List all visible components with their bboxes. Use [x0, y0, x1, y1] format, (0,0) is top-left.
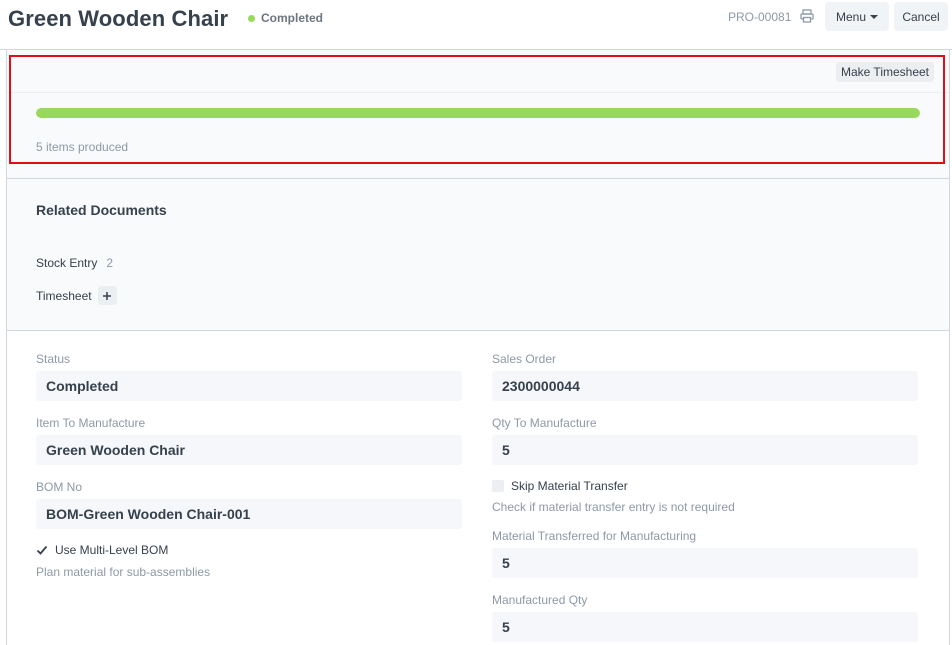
related-documents-heading: Related Documents — [36, 202, 167, 218]
status-label: Completed — [261, 11, 324, 25]
related-documents-section: Related Documents Stock Entry 2 Timeshee… — [7, 179, 949, 331]
cancel-button[interactable]: Cancel — [894, 2, 948, 31]
bom-no-label: BOM No — [36, 480, 83, 494]
page-title: Green Wooden Chair — [8, 6, 229, 31]
related-item-stock-entry[interactable]: Stock Entry 2 — [36, 256, 113, 270]
related-item-label[interactable]: Stock Entry — [36, 256, 97, 270]
qty-to-manufacture-field[interactable]: 5 — [492, 435, 918, 465]
status-field: Completed — [36, 371, 462, 401]
related-item-count: 2 — [106, 256, 114, 270]
progress-bar-fill — [36, 108, 920, 118]
divider — [7, 92, 949, 93]
status-label: Status — [36, 352, 71, 366]
item-to-manufacture-field[interactable]: Green Wooden Chair — [36, 435, 462, 465]
skip-material-transfer-label: Skip Material Transfer — [511, 479, 628, 493]
manufactured-qty-field: 5 — [492, 612, 918, 642]
progress-section: Make Timesheet 5 items produced — [7, 50, 949, 179]
skip-material-transfer-checkbox[interactable]: Skip Material Transfer — [492, 479, 628, 493]
manufactured-qty-label: Manufactured Qty — [492, 593, 588, 607]
use-multi-level-bom-checkbox[interactable]: Use Multi-Level BOM — [36, 543, 168, 557]
skip-material-transfer-help: Check if material transfer entry is not … — [492, 500, 735, 514]
form-layout: Make Timesheet 5 items produced Related … — [6, 50, 950, 645]
use-multi-level-bom-help: Plan material for sub-assemblies — [36, 565, 211, 579]
plus-icon[interactable] — [97, 286, 117, 305]
progress-bar — [36, 108, 920, 118]
status-indicator: Completed — [248, 11, 323, 25]
printer-icon[interactable] — [800, 9, 814, 23]
menu-button[interactable]: Menu — [825, 2, 889, 31]
bom-no-field[interactable]: BOM-Green Wooden Chair-001 — [36, 499, 462, 529]
qty-to-manufacture-label: Qty To Manufacture — [492, 416, 597, 430]
material-transferred-label: Material Transferred for Manufacturing — [492, 529, 697, 543]
material-transferred-field: 5 — [492, 548, 918, 578]
item-to-manufacture-label: Item To Manufacture — [36, 416, 146, 430]
related-item-label[interactable]: Timesheet — [36, 289, 92, 303]
document-name: PRO-00081 — [728, 10, 792, 24]
related-item-timesheet[interactable]: Timesheet — [36, 286, 117, 305]
sales-order-field[interactable]: 2300000044 — [492, 371, 918, 401]
status-dot — [248, 14, 255, 22]
progress-message: 5 items produced — [36, 140, 129, 154]
form-fields: Status Completed Item To Manufacture Gre… — [7, 331, 949, 645]
check-icon — [36, 545, 48, 555]
checkbox-box[interactable] — [492, 480, 504, 492]
caret-down-icon — [870, 14, 879, 19]
menu-button-label: Menu — [835, 9, 867, 24]
make-timesheet-button[interactable]: Make Timesheet — [836, 62, 934, 82]
use-multi-level-bom-label: Use Multi-Level BOM — [55, 543, 169, 557]
sales-order-label: Sales Order — [492, 352, 557, 366]
page-header: Green Wooden Chair Completed PRO-00081 M… — [0, 0, 952, 50]
